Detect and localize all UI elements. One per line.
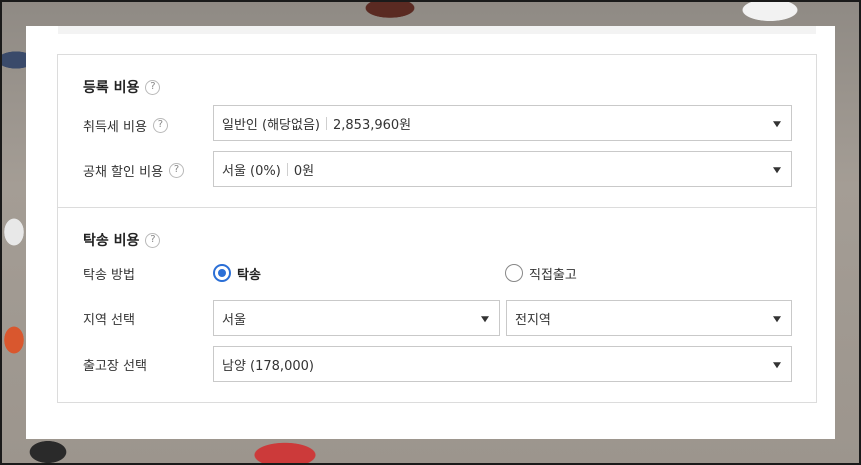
bond-discount-amount: 0원 [293, 163, 315, 179]
bond-discount-label-text: 공채 할인 비용 [83, 164, 164, 180]
acquisition-tax-label-text: 취득세 비용 [83, 119, 147, 135]
acquisition-tax-select[interactable]: 일반인 (해당없음) 2,853,960원 [213, 105, 792, 141]
bond-discount-help-icon[interactable]: ? [169, 162, 185, 178]
depot-value: 남양 (178,000) [222, 358, 314, 374]
radio-checked-icon [213, 264, 231, 282]
acquisition-tax-label: 취득세 비용 ? [83, 115, 168, 135]
value-separator [286, 162, 288, 176]
acquisition-tax-type: 일반인 (해당없음) [222, 117, 320, 133]
region-city-value: 서울 [222, 312, 246, 328]
delivery-section-title: 탁송 비용 ? [83, 230, 161, 250]
depot-select[interactable]: 남양 (178,000) [213, 346, 792, 382]
cost-panel: 등록 비용 ? 취득세 비용 ? 일반인 (해당없음) 2,853,960원 공… [57, 54, 817, 403]
region-city-select[interactable]: 서울 [213, 300, 500, 336]
caret-down-icon [481, 316, 489, 323]
depot-label: 출고장 선택 [83, 358, 147, 374]
bond-discount-select[interactable]: 서울 (0%) 0원 [213, 151, 792, 187]
radio-delivery-label: 탁송 [237, 267, 261, 283]
delivery-method-label: 탁송 방법 [83, 267, 135, 283]
value-separator [326, 116, 327, 130]
radio-unchecked-icon [505, 264, 523, 282]
region-district-select[interactable]: 전지역 [506, 300, 792, 336]
region-district-value: 전지역 [515, 312, 551, 328]
top-strip [58, 26, 816, 34]
bond-discount-region: 서울 (0%) [222, 163, 281, 179]
registration-section-title: 등록 비용 ? [83, 77, 161, 97]
section-divider [58, 207, 816, 208]
radio-direct-pickup-label: 직접출고 [529, 267, 577, 283]
caret-down-icon [773, 316, 781, 323]
radio-direct-pickup[interactable]: 직접출고 [505, 263, 577, 283]
acquisition-tax-help-icon[interactable]: ? [152, 117, 168, 133]
radio-delivery[interactable]: 탁송 [213, 263, 261, 283]
registration-help-icon[interactable]: ? [145, 79, 161, 95]
acquisition-tax-amount: 2,853,960원 [333, 117, 412, 133]
delivery-help-icon[interactable]: ? [145, 232, 161, 248]
region-label: 지역 선택 [83, 312, 135, 328]
caret-down-icon [773, 167, 781, 174]
caret-down-icon [773, 121, 781, 128]
bond-discount-label: 공채 할인 비용 ? [83, 160, 185, 180]
registration-title-text: 등록 비용 [83, 80, 140, 96]
cost-card: 등록 비용 ? 취득세 비용 ? 일반인 (해당없음) 2,853,960원 공… [26, 26, 835, 439]
caret-down-icon [773, 362, 781, 369]
delivery-title-text: 탁송 비용 [83, 233, 140, 249]
